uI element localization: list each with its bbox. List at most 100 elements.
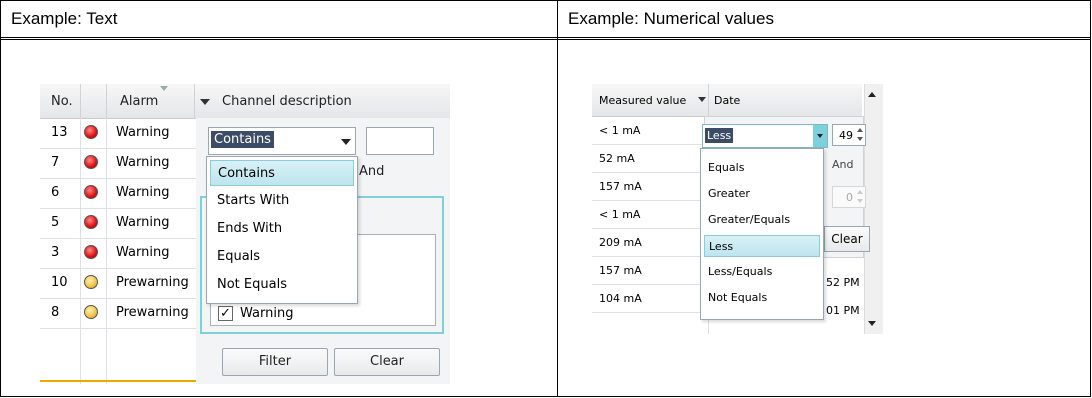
dropdown-option-starts-with[interactable]: Starts With — [210, 188, 354, 214]
date-cell-fragment: 52 PM — [826, 276, 860, 289]
table-row[interactable]: 6 Warning — [40, 178, 196, 209]
yellow-status-icon — [84, 305, 98, 319]
table-row[interactable]: 5 Warning — [40, 208, 196, 239]
table-row[interactable]: 52 mA — [592, 144, 704, 173]
table-row[interactable]: < 1 mA — [592, 116, 704, 145]
measured-value: < 1 mA — [599, 208, 641, 221]
red-status-icon — [84, 245, 98, 259]
measured-value: < 1 mA — [599, 124, 641, 137]
dropdown-option-not-equals[interactable]: Not Equals — [210, 272, 354, 298]
combobox-selected-text: Contains — [211, 131, 274, 148]
dropdown-option-equals[interactable]: Equals — [210, 244, 354, 270]
warning-checkbox[interactable]: ✓ — [218, 306, 233, 321]
red-status-icon — [84, 185, 98, 199]
second-value-spinner[interactable]: 0 — [832, 186, 866, 208]
column-separator[interactable] — [194, 84, 195, 118]
spinner-down-icon[interactable] — [857, 137, 863, 141]
clear-button[interactable]: Clear — [334, 348, 440, 376]
filter-value-input[interactable] — [366, 127, 434, 155]
dropdown-option-ends-with[interactable]: Ends With — [210, 216, 354, 242]
selection-underline — [40, 380, 196, 382]
and-label: And — [359, 164, 385, 179]
row-number: 10 — [51, 275, 68, 290]
text-filter-screenshot: No. Alarm Channel description 13 Warning… — [40, 84, 450, 384]
measured-value: 157 mA — [599, 264, 642, 277]
column-separator[interactable] — [708, 84, 709, 116]
spinner-value: 0 — [846, 191, 853, 204]
combobox-selected-text: Less — [705, 128, 734, 143]
dropdown-option-greater[interactable]: Greater — [704, 183, 820, 205]
filter-button[interactable]: Filter — [222, 348, 328, 376]
sort-indicator-icon — [160, 86, 168, 91]
column-filter-icon[interactable] — [200, 99, 210, 105]
row-number: 3 — [51, 245, 60, 260]
red-status-icon — [84, 215, 98, 229]
measured-value: 209 mA — [599, 236, 642, 249]
filter-operator-combobox[interactable]: Contains — [208, 127, 356, 155]
combobox-toggle[interactable] — [813, 125, 827, 147]
table-row[interactable]: 8 Prewarning — [40, 298, 196, 329]
vertical-scrollbar[interactable] — [864, 84, 883, 334]
dropdown-option-contains[interactable]: Contains — [210, 160, 354, 186]
numeric-filter-screenshot: Measured value Date < 1 mA 52 mA 157 mA … — [592, 84, 894, 334]
spinner-up-icon[interactable] — [857, 128, 863, 132]
yellow-status-icon — [84, 275, 98, 289]
clear-button[interactable]: Clear — [824, 226, 870, 252]
column-header-date[interactable]: Date — [714, 94, 740, 107]
table-column-divider — [557, 0, 558, 397]
scroll-up-arrow-icon[interactable] — [868, 92, 876, 97]
scroll-down-arrow-icon[interactable] — [868, 321, 876, 326]
first-value-spinner[interactable]: 49 — [832, 124, 866, 146]
dropdown-option-not-equals[interactable]: Not Equals — [704, 287, 820, 309]
alarm-text: Warning — [116, 185, 170, 200]
spinner-up-icon[interactable] — [857, 190, 863, 194]
table-row[interactable]: 3 Warning — [40, 238, 196, 269]
column-separator[interactable] — [80, 84, 81, 118]
measured-value: 52 mA — [599, 152, 635, 165]
alarm-text: Prewarning — [116, 275, 189, 290]
row-number: 5 — [51, 215, 60, 230]
table-row[interactable]: 10 Prewarning — [40, 268, 196, 299]
grid-header: Measured value Date — [592, 84, 862, 117]
column-header-channel-description[interactable]: Channel description — [222, 94, 352, 109]
combobox-toggle[interactable] — [337, 128, 355, 154]
table-row[interactable]: 209 mA — [592, 228, 704, 257]
and-label: And — [832, 158, 854, 171]
right-cell-heading: Example: Numerical values — [568, 9, 774, 28]
table-row[interactable]: 157 mA — [592, 256, 704, 285]
chevron-down-icon — [341, 139, 351, 145]
table-row[interactable]: < 1 mA — [592, 200, 704, 229]
table-row[interactable]: 7 Warning — [40, 148, 196, 179]
alarm-text: Warning — [116, 215, 170, 230]
row-number: 13 — [51, 125, 68, 140]
date-cell-fragment: 01 PM — [826, 304, 860, 317]
row-number: 6 — [51, 185, 60, 200]
column-header-no[interactable]: No. — [51, 94, 73, 109]
alarm-text: Warning — [116, 155, 170, 170]
operator-dropdown-list: Equals Greater Greater/Equals Less Less/… — [700, 148, 824, 320]
dropdown-option-greater-equals[interactable]: Greater/Equals — [704, 209, 820, 231]
column-filter-icon[interactable] — [698, 97, 706, 102]
measured-value: 104 mA — [599, 292, 642, 305]
column-header-measured-value[interactable]: Measured value — [599, 94, 699, 107]
grid-header: No. Alarm Channel description — [40, 84, 450, 119]
red-status-icon — [84, 155, 98, 169]
warning-checkbox-label[interactable]: Warning — [240, 306, 293, 321]
spinner-down-icon[interactable] — [857, 199, 863, 203]
dropdown-option-equals[interactable]: Equals — [704, 157, 820, 179]
column-separator[interactable] — [106, 84, 107, 118]
table-row[interactable]: 104 mA — [592, 284, 704, 313]
left-cell-heading: Example: Text — [11, 9, 118, 28]
table-row[interactable]: 157 mA — [592, 172, 704, 201]
measured-value: 157 mA — [599, 180, 642, 193]
chevron-down-icon — [817, 134, 823, 138]
filter-operator-combobox[interactable]: Less — [702, 124, 828, 148]
alarm-text: Warning — [116, 125, 170, 140]
table-header-divider-double — [0, 39, 1091, 40]
table-row[interactable]: 13 Warning — [40, 118, 196, 149]
dropdown-option-less-equals[interactable]: Less/Equals — [704, 261, 820, 283]
alarm-text: Warning — [116, 245, 170, 260]
operator-dropdown-list: Contains Starts With Ends With Equals No… — [206, 156, 358, 304]
dropdown-option-less[interactable]: Less — [704, 235, 820, 257]
column-header-alarm[interactable]: Alarm — [120, 94, 158, 109]
